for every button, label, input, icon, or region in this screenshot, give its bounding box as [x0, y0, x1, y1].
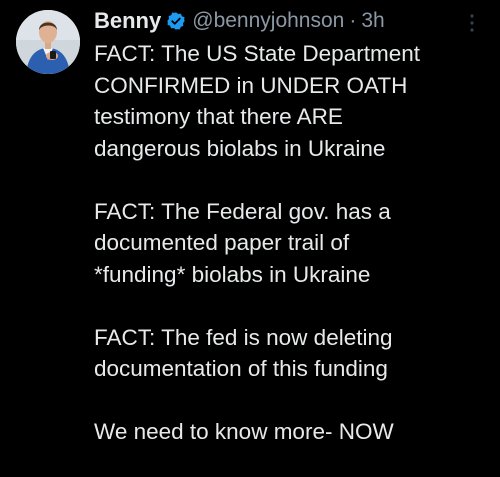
tweet-text: FACT: The US State Department CONFIRMED … [94, 38, 494, 448]
tweet-timestamp[interactable]: 3h [361, 9, 384, 33]
author-name[interactable]: Benny [94, 8, 161, 34]
tweet-paragraph: FACT: The Federal gov. has a documented … [94, 198, 391, 287]
author-handle[interactable]: @bennyjohnson [192, 9, 344, 33]
tweet-header: Benny @bennyjohnson · 3h [94, 6, 385, 36]
verified-badge-icon [166, 11, 186, 31]
tweet-paragraph: FACT: The US State Department CONFIRMED … [94, 41, 420, 161]
more-options-icon[interactable] [464, 12, 480, 34]
tweet-paragraph: We need to know more- NOW [94, 419, 394, 444]
tweet-paragraph: FACT: The fed is now deleting documentat… [94, 324, 393, 382]
tweet-card: Benny @bennyjohnson · 3h FACT: The US St… [0, 0, 500, 477]
avatar[interactable] [16, 10, 80, 74]
separator-dot: · [349, 9, 357, 32]
avatar-photo [16, 10, 80, 74]
